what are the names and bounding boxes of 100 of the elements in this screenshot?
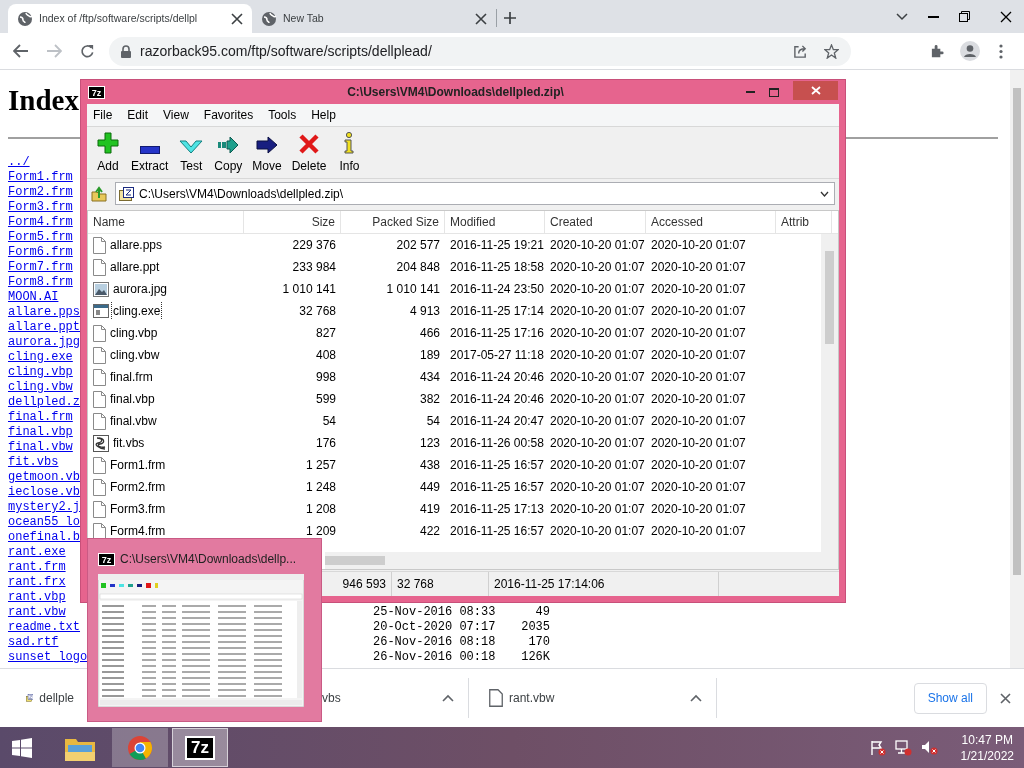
minimize-icon[interactable] — [928, 15, 939, 18]
file-name[interactable]: cling.vbw — [109, 346, 161, 364]
file-link[interactable]: fit.vbs — [8, 455, 59, 469]
file-link[interactable]: rant.vbw — [8, 605, 66, 619]
close-icon[interactable] — [475, 12, 487, 25]
browser-tab[interactable]: New Tab — [252, 4, 496, 33]
puzzle-icon[interactable] — [930, 43, 945, 59]
menu-icon[interactable] — [999, 43, 1003, 59]
profile-icon[interactable] — [960, 41, 980, 61]
file-link[interactable]: cling.vbw — [8, 380, 73, 394]
file-link[interactable]: final.vbp — [8, 425, 73, 439]
path-field[interactable]: C:\Users\VM4\Downloads\dellpled.zip\ — [115, 182, 835, 205]
scrollbar[interactable] — [1010, 70, 1024, 668]
file-name[interactable]: Form4.frm — [109, 522, 167, 540]
menu-item[interactable]: Favorites — [203, 106, 254, 124]
file-link[interactable]: rant.frx — [8, 575, 66, 589]
toolbar-button[interactable]: Extract — [126, 129, 174, 175]
column-header[interactable]: Modified — [445, 211, 545, 234]
file-link[interactable]: ../ — [8, 155, 30, 169]
windows-start-icon[interactable] — [12, 737, 32, 758]
file-link[interactable]: final.frm — [8, 410, 73, 424]
file-link[interactable]: rant.exe — [8, 545, 66, 559]
file-name[interactable]: aurora.jpg — [112, 280, 169, 298]
menu-item[interactable]: Tools — [268, 106, 297, 124]
taskbar-app[interactable]: 7z — [172, 728, 228, 767]
file-link[interactable]: rant.vbp — [8, 590, 66, 604]
muted-volume-icon[interactable] — [920, 739, 938, 756]
file-name[interactable]: final.vbp — [109, 390, 156, 408]
scrollbar[interactable] — [325, 552, 838, 569]
menu-item[interactable]: File — [93, 106, 113, 124]
back-icon[interactable] — [13, 44, 29, 58]
chevron-down-icon[interactable] — [896, 12, 908, 21]
file-name[interactable]: allare.ppt — [109, 258, 161, 276]
maximize-icon[interactable] — [769, 87, 779, 97]
file-name[interactable]: cling.vbp — [109, 324, 159, 342]
close-icon[interactable] — [1000, 692, 1011, 704]
file-name[interactable]: allare.pps — [109, 236, 164, 254]
new-tab-icon[interactable] — [503, 11, 517, 25]
share-icon[interactable] — [793, 43, 808, 59]
menu-item[interactable]: Edit — [127, 106, 149, 124]
file-name[interactable]: fit.vbs — [112, 434, 146, 452]
toolbar-button[interactable]: Add — [90, 129, 126, 175]
file-link[interactable]: mystery2.j — [8, 500, 80, 514]
file-link[interactable]: ocean55_lo — [8, 515, 80, 529]
column-header[interactable]: Size — [244, 211, 341, 234]
address-bar[interactable]: razorback95.com/ftp/software/scripts/dellplead/ — [109, 36, 851, 66]
file-link[interactable]: dellpled.z — [8, 395, 80, 409]
download-item[interactable]: dellple — [26, 678, 88, 718]
reload-icon[interactable] — [80, 43, 95, 59]
file-name[interactable]: final.vbw — [109, 412, 158, 430]
file-link[interactable]: rant.frm — [8, 560, 66, 574]
file-link[interactable]: Form7.frm — [8, 260, 73, 274]
file-link[interactable]: ieclose.vb — [8, 485, 80, 499]
taskbar-app[interactable] — [112, 728, 168, 767]
file-link[interactable]: Form3.frm — [8, 200, 73, 214]
up-folder-icon[interactable] — [91, 185, 107, 202]
file-link[interactable]: sunset_logo — [8, 650, 88, 664]
file-link[interactable]: readme.txt — [8, 620, 80, 634]
close-icon[interactable] — [231, 12, 243, 25]
close-button[interactable] — [793, 81, 838, 100]
show-all-button[interactable]: Show all — [913, 682, 987, 714]
restore-icon[interactable] — [959, 11, 970, 22]
file-link[interactable]: final.vbw — [8, 440, 73, 454]
file-link[interactable]: onefinal.b — [8, 530, 80, 544]
file-link[interactable]: allare.ppt — [8, 320, 80, 334]
dropdown-icon[interactable] — [820, 190, 829, 197]
toolbar-button[interactable]: Move — [247, 129, 287, 175]
file-link[interactable]: MOON.AI — [8, 290, 59, 304]
column-header[interactable]: Attrib — [776, 211, 832, 234]
file-link[interactable]: aurora.jpg — [8, 335, 80, 349]
lock-icon[interactable] — [121, 44, 131, 58]
browser-tab[interactable]: Index of /ftp/software/scripts/dellpl — [8, 4, 252, 33]
download-item[interactable]: rant.vbw — [469, 678, 717, 718]
file-link[interactable]: Form4.frm — [8, 215, 73, 229]
close-icon[interactable] — [1000, 10, 1012, 23]
column-header[interactable]: Name — [88, 211, 244, 234]
scrollbar[interactable] — [821, 234, 838, 552]
clock[interactable]: 10:47 PM 1/21/2022 — [960, 731, 1014, 764]
file-link[interactable]: getmoon.vb — [8, 470, 80, 484]
file-link[interactable]: cling.vbp — [8, 365, 73, 379]
chevron-up-icon[interactable] — [690, 694, 702, 702]
column-header[interactable]: Created — [545, 211, 646, 234]
network-icon[interactable] — [894, 739, 912, 756]
file-link[interactable]: Form5.frm — [8, 230, 73, 244]
toolbar-button[interactable]: Copy — [209, 129, 248, 175]
file-link[interactable]: Form6.frm — [8, 245, 73, 259]
file-link[interactable]: allare.pps — [8, 305, 80, 319]
file-link[interactable]: sad.rtf — [8, 635, 59, 649]
toolbar-button[interactable]: Test — [173, 129, 210, 175]
file-name[interactable]: Form2.frm — [109, 478, 167, 496]
toolbar-button[interactable]: Info — [331, 129, 368, 175]
menu-item[interactable]: Help — [311, 106, 336, 124]
file-link[interactable]: cling.exe — [8, 350, 73, 364]
menu-item[interactable]: View — [163, 106, 189, 124]
flag-icon[interactable] — [869, 739, 886, 756]
file-name[interactable]: Form1.frm — [109, 456, 167, 474]
chevron-up-icon[interactable] — [442, 694, 454, 702]
file-name[interactable]: final.frm — [109, 368, 154, 386]
star-icon[interactable] — [824, 43, 839, 59]
column-header[interactable]: Packed Size — [341, 211, 445, 234]
